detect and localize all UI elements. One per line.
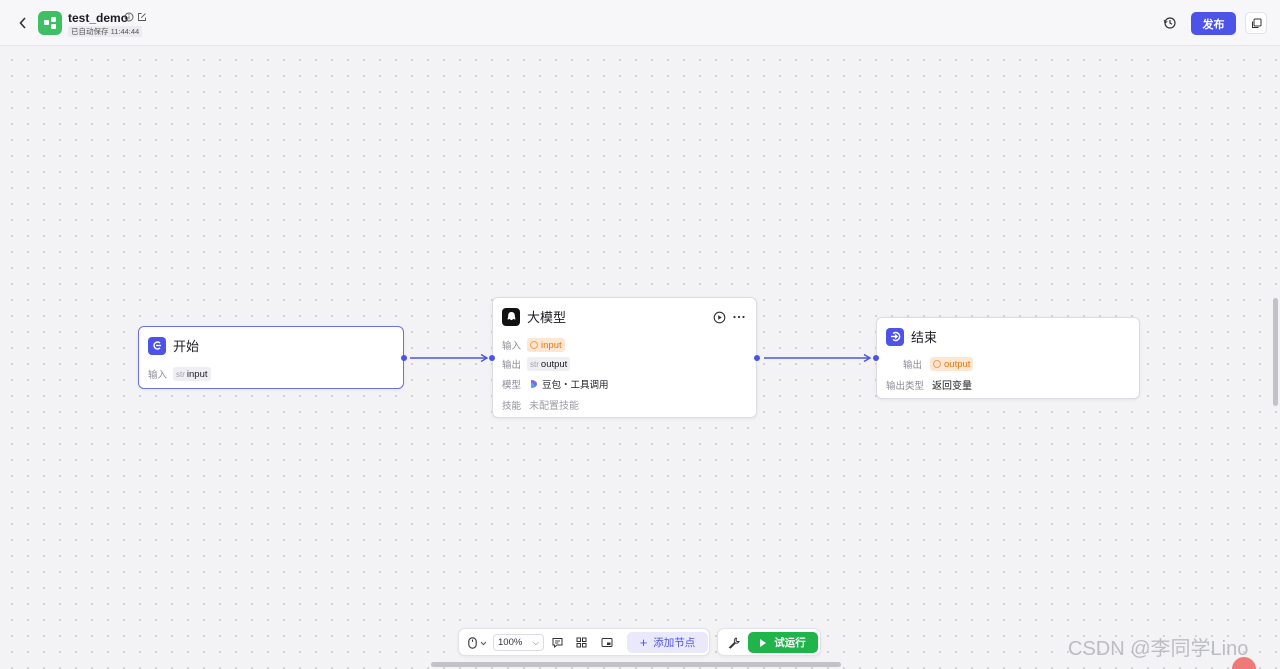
variable-ref-icon	[933, 360, 942, 368]
debug-tools-button[interactable]	[727, 636, 740, 649]
llm-input-label: 输入	[502, 341, 522, 352]
comment-button[interactable]	[551, 636, 564, 649]
llm-output-type: str	[530, 359, 539, 369]
minimap-icon	[601, 638, 612, 647]
edge-start-to-llm[interactable]	[410, 353, 489, 363]
chevron-down-icon[interactable]	[480, 641, 487, 646]
llm-skill-label: 技能	[502, 400, 522, 412]
mouse-icon	[468, 636, 477, 649]
llm-model-label: 模型	[502, 380, 522, 391]
end-output-name: output	[944, 358, 971, 370]
llm-node-title: 大模型	[527, 310, 567, 325]
llm-model-value: 豆包・工具调用	[542, 380, 609, 391]
end-output-type-label: 输出类型	[886, 380, 925, 392]
test-run-label: 试运行	[774, 637, 806, 649]
horizontal-scrollbar[interactable]	[431, 662, 841, 667]
llm-output-name: output	[540, 358, 568, 370]
start-output-port[interactable]	[401, 355, 407, 361]
end-node-icon	[886, 327, 904, 346]
run-toolbar: 试运行	[717, 628, 821, 656]
watermark: CSDN @李同学Lino	[1068, 638, 1249, 660]
vertical-scrollbar[interactable]	[1273, 298, 1278, 406]
comment-icon	[552, 638, 563, 648]
start-input-name: input	[186, 368, 208, 380]
start-node-title: 开始	[173, 339, 200, 354]
auto-layout-button[interactable]	[575, 636, 588, 649]
minimap-button[interactable]	[600, 636, 613, 649]
end-output-type-value: 返回变量	[932, 381, 973, 392]
interaction-mode-button[interactable]	[466, 636, 479, 649]
canvas-toolbar: 100% ⌵ + 添加节点	[458, 628, 710, 656]
llm-skill-value: 未配置技能	[529, 401, 580, 412]
edge-llm-to-end[interactable]	[764, 353, 872, 363]
llm-output-tag: str output	[527, 357, 571, 371]
test-run-button[interactable]: 试运行	[748, 632, 818, 653]
start-node[interactable]: 开始 输入 str input	[138, 326, 404, 389]
llm-output-port[interactable]	[754, 355, 760, 361]
doubao-model-icon	[531, 380, 538, 388]
end-input-port[interactable]	[873, 355, 879, 361]
llm-node-icon	[502, 307, 520, 326]
play-icon	[760, 638, 767, 647]
llm-input-tag: input	[527, 338, 565, 352]
start-input-tag: str input	[173, 367, 211, 381]
grid-layout-icon	[576, 637, 587, 648]
plus-icon: +	[639, 635, 648, 650]
add-node-button[interactable]: + 添加节点	[627, 632, 708, 653]
start-input-label: 输入	[148, 370, 168, 381]
chevron-down-icon: ⌵	[532, 638, 539, 647]
llm-output-label: 输出	[502, 360, 522, 371]
llm-input-port[interactable]	[489, 355, 495, 361]
end-node-title: 结束	[911, 330, 938, 345]
llm-node[interactable]: 大模型 输入 input 输出 str output 模型 豆包・工具调用 技能…	[492, 297, 757, 418]
play-icon[interactable]	[713, 311, 726, 324]
zoom-level: 100%	[498, 637, 523, 648]
end-node[interactable]: 结束 输出 output 输出类型 返回变量	[876, 317, 1140, 399]
llm-input-name: input	[541, 339, 562, 351]
start-input-type: str	[176, 369, 185, 379]
variable-ref-icon	[530, 341, 539, 349]
wrench-icon	[728, 637, 740, 649]
add-node-label: 添加节点	[653, 637, 696, 649]
more-icon[interactable]	[733, 315, 745, 319]
end-output-label: 输出	[903, 360, 923, 371]
start-node-icon	[148, 336, 166, 355]
zoom-select[interactable]: 100% ⌵	[493, 634, 544, 651]
end-output-tag: output	[930, 357, 974, 371]
